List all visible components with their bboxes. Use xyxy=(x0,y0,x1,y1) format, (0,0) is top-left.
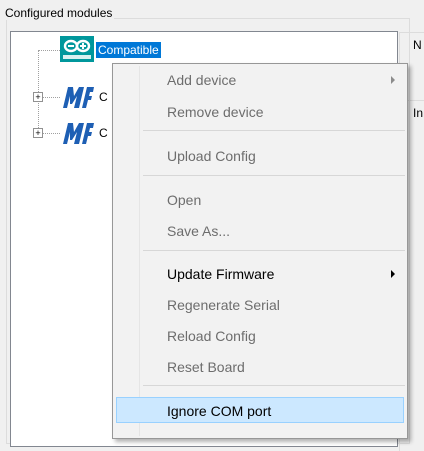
menu-separator xyxy=(143,385,405,386)
menu-item-save-as[interactable]: Save As... xyxy=(113,218,407,244)
menu-item-label: Reload Config xyxy=(167,328,256,344)
menu-item-label: Regenerate Serial xyxy=(167,297,280,313)
submenu-arrow-icon xyxy=(391,270,395,278)
menu-item-open[interactable]: Open xyxy=(113,187,407,213)
menu-item-add-device[interactable]: Add device xyxy=(113,67,407,93)
menu-item-upload-config[interactable]: Upload Config xyxy=(113,143,407,169)
tree-line-h1 xyxy=(38,50,60,51)
menu-item-regenerate-serial[interactable]: Regenerate Serial xyxy=(113,292,407,318)
mf-icon xyxy=(60,120,94,146)
tree-node-label: C xyxy=(99,90,108,104)
expand-plus-icon[interactable]: + xyxy=(33,128,43,138)
menu-item-reload-config[interactable]: Reload Config xyxy=(113,323,407,349)
tree-node-label: C xyxy=(99,126,108,140)
menu-item-label: Add device xyxy=(167,72,237,88)
menu-item-label: Upload Config xyxy=(167,148,256,164)
menu-item-ignore-com-port[interactable]: Ignore COM port xyxy=(116,397,404,423)
menu-separator xyxy=(143,250,405,251)
configured-modules-title: Configured modules xyxy=(3,6,115,20)
menu-item-label: Ignore COM port xyxy=(167,403,272,419)
menu-separator xyxy=(143,130,405,131)
menu-item-reset-board[interactable]: Reset Board xyxy=(113,354,407,380)
menu-item-label: Remove device xyxy=(167,104,264,120)
mf-icon xyxy=(60,84,94,110)
menu-item-label: Reset Board xyxy=(167,359,245,375)
menu-separator xyxy=(143,175,405,176)
arduino-icon xyxy=(60,36,94,62)
menu-item-label: Update Firmware xyxy=(167,266,275,282)
menu-item-label: Save As... xyxy=(167,223,231,239)
expand-plus-icon[interactable]: + xyxy=(33,92,43,102)
menu-item-remove-device[interactable]: Remove device xyxy=(113,99,407,125)
submenu-arrow-icon xyxy=(391,76,395,84)
menu-item-update-firmware[interactable]: Update Firmware xyxy=(113,261,407,287)
right-label-top: N xyxy=(413,38,422,52)
right-label-mid: In xyxy=(413,106,424,120)
context-menu: Add device Remove device Upload Config O… xyxy=(112,63,408,439)
tree-node-label: Compatible xyxy=(96,42,161,58)
menu-item-label: Open xyxy=(167,192,202,208)
